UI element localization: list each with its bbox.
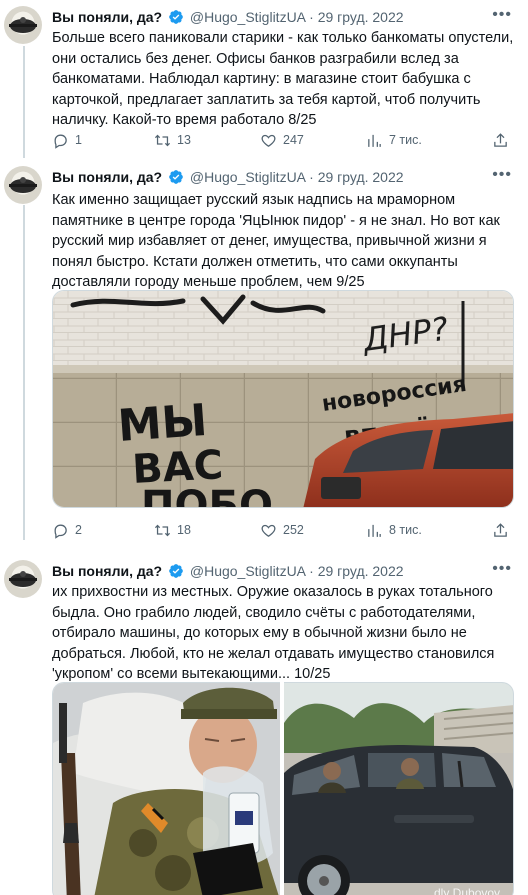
tweet-date[interactable]: · 29 груд. 2022 xyxy=(309,563,403,579)
reply-icon xyxy=(54,524,67,539)
retweet-button[interactable]: 18 xyxy=(154,520,191,540)
reply-button[interactable]: 1 xyxy=(52,130,82,150)
tweet-date[interactable]: · 29 груд. 2022 xyxy=(309,169,403,185)
retweet-icon xyxy=(154,134,171,146)
author-handle[interactable]: @Hugo_StiglitzUA xyxy=(190,169,305,185)
reply-button[interactable]: 2 xyxy=(52,520,82,540)
tweet[interactable]: Вы поняли, да? @Hugo_StiglitzUA · 29 гру… xyxy=(0,160,528,542)
tweet-image[interactable]: dly Dubovoy xyxy=(284,682,514,895)
tweet-actions: 2 18 252 8 тис. xyxy=(52,520,514,540)
tweet-header: Вы поняли, да? @Hugo_StiglitzUA · 29 гру… xyxy=(52,562,404,580)
tweet[interactable]: Вы поняли, да? @Hugo_StiglitzUA · 29 гру… xyxy=(0,554,528,895)
verified-badge-icon xyxy=(169,10,183,24)
photo-watermark: dly Dubovoy xyxy=(434,886,500,895)
views-icon xyxy=(368,134,381,147)
views-count: 7 тис. xyxy=(389,133,422,147)
tweet-header: Вы поняли, да? @Hugo_StiglitzUA · 29 гру… xyxy=(52,8,404,26)
author-handle[interactable]: @Hugo_StiglitzUA xyxy=(190,9,305,25)
verified-badge-icon xyxy=(169,170,183,184)
tweet[interactable]: Вы поняли, да? @Hugo_StiglitzUA · 29 гру… xyxy=(0,0,528,160)
like-count: 252 xyxy=(283,523,304,537)
like-button[interactable]: 247 xyxy=(260,130,304,150)
retweet-button[interactable]: 13 xyxy=(154,130,191,150)
author-name[interactable]: Вы поняли, да? xyxy=(52,563,162,579)
more-icon[interactable]: ••• xyxy=(492,166,512,184)
more-icon[interactable]: ••• xyxy=(492,560,512,578)
views-icon xyxy=(368,524,381,537)
views-button[interactable]: 7 тис. xyxy=(366,130,422,150)
share-button[interactable] xyxy=(492,520,509,540)
share-button[interactable] xyxy=(492,130,509,150)
views-button[interactable]: 8 тис. xyxy=(366,520,422,540)
author-name[interactable]: Вы поняли, да? xyxy=(52,169,162,185)
share-icon xyxy=(494,522,507,537)
tweet-text: их прихвостни из местных. Оружие оказало… xyxy=(52,584,495,682)
tweet-header: Вы поняли, да? @Hugo_StiglitzUA · 29 гру… xyxy=(52,168,404,186)
like-button[interactable]: 252 xyxy=(260,520,304,540)
author-handle[interactable]: @Hugo_StiglitzUA xyxy=(190,563,305,579)
retweet-count: 13 xyxy=(177,133,191,147)
avatar[interactable] xyxy=(4,166,42,204)
views-count: 8 тис. xyxy=(389,523,422,537)
verified-badge-icon xyxy=(169,564,183,578)
reply-count: 2 xyxy=(75,523,82,537)
avatar[interactable] xyxy=(4,560,42,598)
tweet-image[interactable] xyxy=(52,682,280,895)
author-name[interactable]: Вы поняли, да? xyxy=(52,9,162,25)
graffiti-text: ПОБО xyxy=(141,483,273,508)
like-icon xyxy=(261,134,276,147)
reply-count: 1 xyxy=(75,133,82,147)
share-icon xyxy=(494,132,507,147)
tweet-date[interactable]: · 29 груд. 2022 xyxy=(309,9,403,25)
avatar[interactable] xyxy=(4,6,42,44)
tweet-image[interactable]: ДНР? МЫ ВАС ПОБО новороссия вперёд xyxy=(52,290,514,508)
retweet-icon xyxy=(154,524,171,536)
retweet-count: 18 xyxy=(177,523,191,537)
tweet-actions: 1 13 247 7 тис. xyxy=(52,130,514,150)
reply-icon xyxy=(54,134,67,149)
like-count: 247 xyxy=(283,133,304,147)
like-icon xyxy=(261,524,276,537)
tweet-text: Больше всего паниковали старики - как то… xyxy=(52,30,514,128)
more-icon[interactable]: ••• xyxy=(492,6,512,24)
tweet-text: Как именно защищает русский язык надпись… xyxy=(52,192,500,290)
